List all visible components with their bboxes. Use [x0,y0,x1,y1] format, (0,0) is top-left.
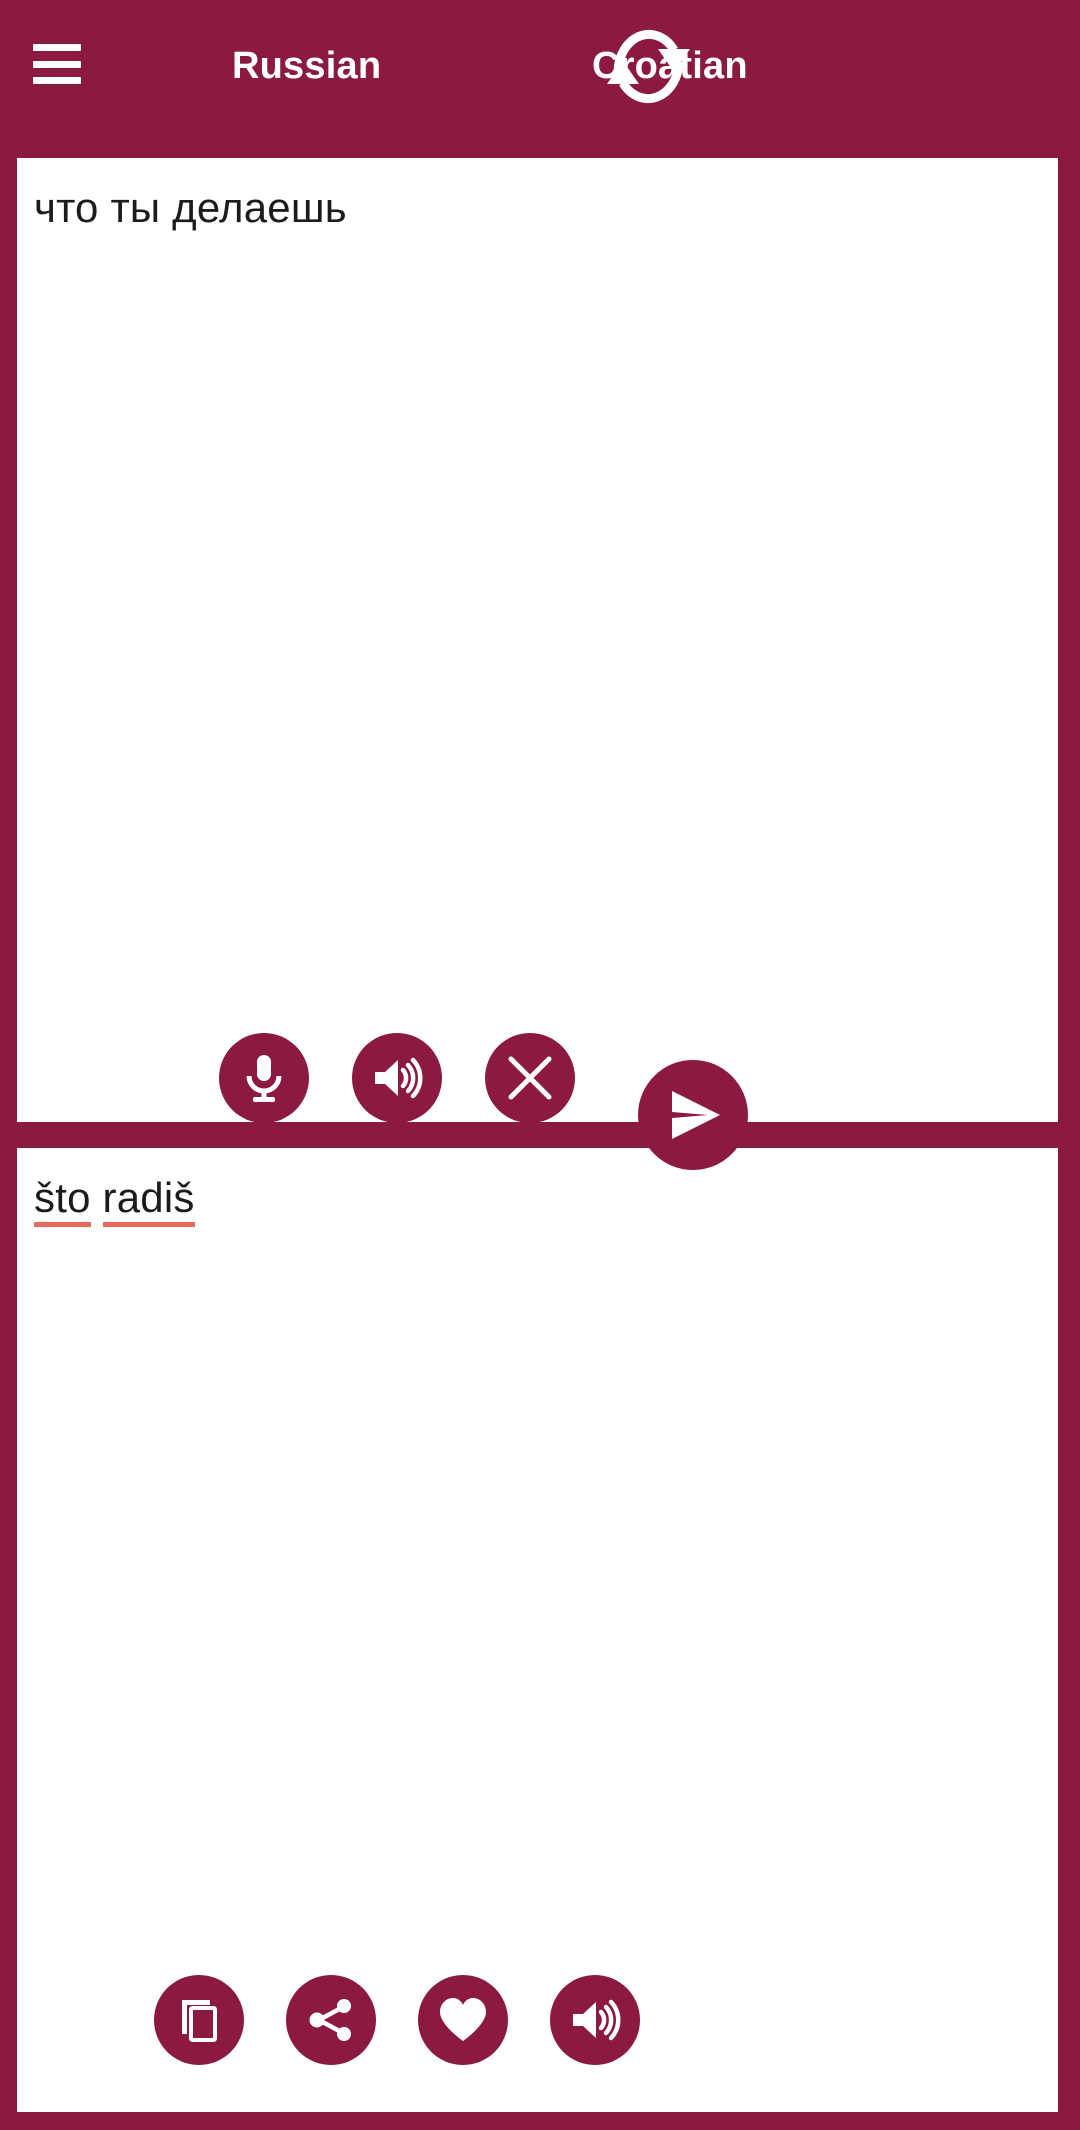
target-text-card: što radiš [17,1148,1058,2112]
heart-icon [440,1998,486,2041]
app-bar: Russian Croatian [0,0,1080,132]
source-text-input[interactable]: что ты делаешь [34,182,1038,235]
source-text-card: что ты делаешь [17,158,1058,1123]
copy-button[interactable] [154,1975,244,2065]
speaker-icon [375,1057,423,1099]
copy-icon [182,2000,217,2042]
close-icon [508,1056,552,1100]
translate-send-button[interactable] [638,1060,748,1170]
listen-button[interactable] [550,1975,640,2065]
hamburger-menu-icon[interactable] [33,44,81,84]
spellcheck-word: radiš [102,1174,195,1227]
share-icon [309,1999,351,2041]
text-space [91,1174,103,1221]
favorite-button[interactable] [418,1975,508,2065]
speaker-icon [573,1999,621,2041]
source-speaker-button[interactable] [352,1033,442,1123]
spellcheck-word: što [34,1174,91,1227]
share-button[interactable] [286,1975,376,2065]
hamburger-bar-3 [33,77,81,84]
hamburger-bar-2 [33,60,81,68]
target-language-selector[interactable]: Croatian [592,0,748,132]
clear-text-button[interactable] [485,1033,575,1123]
translated-text[interactable]: što radiš [34,1172,1038,1227]
source-language-selector[interactable]: Russian [232,0,381,132]
send-icon [672,1091,720,1139]
microphone-icon [246,1055,282,1102]
microphone-button[interactable] [219,1033,309,1123]
hamburger-bar-1 [33,44,81,51]
